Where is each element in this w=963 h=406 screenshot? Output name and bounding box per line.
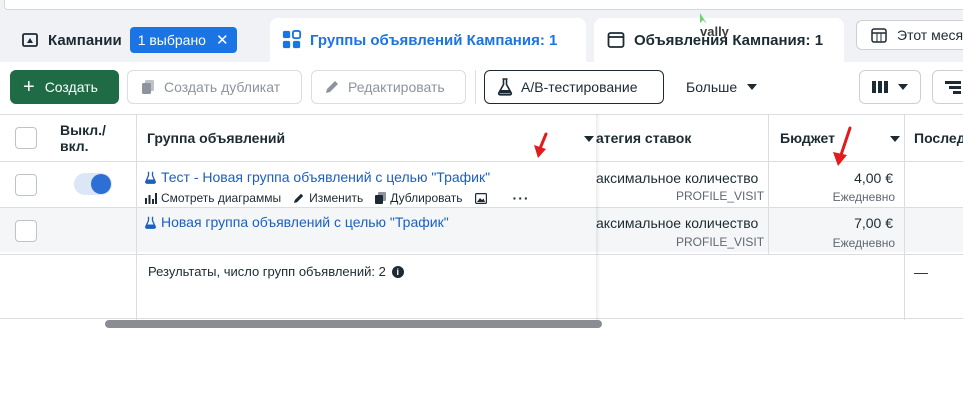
- budget-period: Ежедневно: [832, 190, 895, 204]
- more-label: Больше: [686, 79, 738, 95]
- search-bar-edge[interactable]: [4, 0, 963, 10]
- more-button[interactable]: Больше: [674, 70, 774, 104]
- toolbar-divider: [475, 70, 476, 104]
- pencil-icon: [324, 79, 340, 95]
- duplicate-icon: [375, 192, 387, 204]
- plus-icon: +: [23, 76, 35, 98]
- budget-period: Ежедневно: [832, 236, 895, 250]
- budget-value: 7,00 €: [854, 215, 893, 231]
- breakdown-icon: [945, 80, 961, 94]
- divider: [0, 254, 963, 255]
- edit-action[interactable]: Изменить: [293, 191, 363, 205]
- frozen-column-shadow: [596, 114, 600, 320]
- edit-label: Редактировать: [348, 79, 445, 95]
- last-column-header[interactable]: Послед: [914, 114, 963, 162]
- horizontal-scrollbar[interactable]: [105, 320, 602, 328]
- more-options-icon[interactable]: ···: [513, 190, 530, 206]
- annotation-arrow-icon: [534, 132, 548, 158]
- adset-name-link[interactable]: Тест - Новая группа объявлений с целью "…: [145, 169, 490, 185]
- toolbar: + Создать Создать дубликат Редактировать…: [0, 62, 963, 114]
- adset-grid-icon: [282, 30, 302, 50]
- divider: [136, 114, 137, 320]
- columns-button[interactable]: [859, 70, 921, 104]
- close-icon[interactable]: ✕: [216, 31, 229, 49]
- chevron-down-icon: [747, 84, 758, 90]
- adset-name: Новая группа объявлений с целью "Трафик": [161, 214, 449, 230]
- toggle-knob: [91, 174, 111, 194]
- duplicate-label: Создать дубликат: [164, 79, 281, 95]
- date-range-label: Этот месяц: [897, 27, 963, 43]
- divider: [904, 114, 905, 320]
- tab-campaigns[interactable]: Кампании 1 выбрано ✕: [10, 18, 260, 62]
- sort-chevron-icon[interactable]: [890, 136, 900, 142]
- preview-action[interactable]: [474, 192, 491, 204]
- bid-strategy-column-header[interactable]: атегия ставок: [596, 114, 756, 162]
- flask-icon: [145, 216, 156, 229]
- edit-action-label: Изменить: [309, 191, 364, 205]
- duplicate-action-label: Дублировать: [390, 191, 463, 205]
- divider: [0, 318, 963, 319]
- selected-badge-label: 1 выбрано: [137, 32, 206, 48]
- row-checkbox[interactable]: [15, 220, 37, 242]
- adset-name-link[interactable]: Новая группа объявлений с целью "Трафик": [145, 214, 449, 230]
- row-checkbox[interactable]: [15, 174, 37, 196]
- duplicate-button[interactable]: Создать дубликат: [127, 70, 302, 104]
- sort-chevron-icon[interactable]: [584, 136, 594, 142]
- row-actions: Смотреть диаграммы Изменить Дублировать …: [145, 190, 530, 206]
- view-charts-action[interactable]: Смотреть диаграммы: [145, 191, 281, 205]
- date-range-button[interactable]: Этот месяц: [856, 20, 963, 50]
- columns-icon: [872, 80, 888, 94]
- pencil-icon: [294, 193, 304, 203]
- create-label: Создать: [44, 79, 98, 95]
- create-button[interactable]: + Создать: [10, 70, 119, 104]
- bar-chart-icon: [145, 192, 157, 204]
- flask-icon: [145, 171, 156, 184]
- edit-button[interactable]: Редактировать: [311, 70, 466, 104]
- overlay-label: vally: [700, 24, 729, 39]
- toggle-column-header: Выкл./ вкл.: [60, 122, 106, 154]
- tab-campaigns-label: Кампании: [48, 31, 122, 49]
- tab-adsets[interactable]: Группы объявлений Кампания: 1: [270, 18, 586, 62]
- duplicate-action[interactable]: Дублировать: [375, 191, 463, 205]
- ab-test-label: A/B-тестирование: [521, 79, 638, 95]
- budget-value: 4,00 €: [854, 170, 893, 186]
- select-all-checkbox[interactable]: [15, 127, 37, 149]
- adsets-table: Выкл./ вкл. Группа объявлений атегия ста…: [0, 114, 963, 406]
- adset-column-header[interactable]: Группа объявлений: [147, 114, 527, 162]
- image-icon: [474, 192, 487, 204]
- adset-toggle[interactable]: [74, 173, 112, 195]
- divider: [768, 114, 769, 254]
- results-label: Результаты, число групп объявлений: 2: [148, 264, 386, 279]
- divider: [0, 207, 963, 208]
- bid-strategy-sub: PROFILE_VISIT: [676, 189, 765, 203]
- selected-badge[interactable]: 1 выбрано ✕: [129, 27, 237, 53]
- flask-icon: [497, 78, 513, 96]
- ab-test-button[interactable]: A/B-тестирование: [484, 70, 664, 104]
- ad-window-icon: [606, 30, 626, 50]
- breakdown-button[interactable]: [932, 70, 963, 104]
- tab-adsets-label: Группы объявлений Кампания: 1: [310, 31, 558, 49]
- duplicate-icon: [140, 79, 156, 95]
- bid-strategy-value: аксимальное количество: [596, 170, 759, 186]
- adset-name: Тест - Новая группа объявлений с целью "…: [161, 169, 491, 185]
- info-icon[interactable]: i: [391, 265, 404, 278]
- annotation-arrow-icon: [833, 126, 852, 166]
- bid-strategy-sub: PROFILE_VISIT: [676, 235, 765, 249]
- results-last-value: —: [914, 264, 928, 280]
- calendar-icon: [869, 25, 889, 45]
- results-summary: Результаты, число групп объявлений: 2 i: [148, 264, 404, 279]
- top-bar: [0, 0, 963, 14]
- campaign-folder-icon: [20, 30, 40, 50]
- view-charts-label: Смотреть диаграммы: [161, 191, 282, 205]
- budget-column-header[interactable]: Бюджет: [780, 114, 880, 162]
- chevron-down-icon: [898, 84, 908, 90]
- bid-strategy-value: аксимальное количество: [596, 215, 759, 231]
